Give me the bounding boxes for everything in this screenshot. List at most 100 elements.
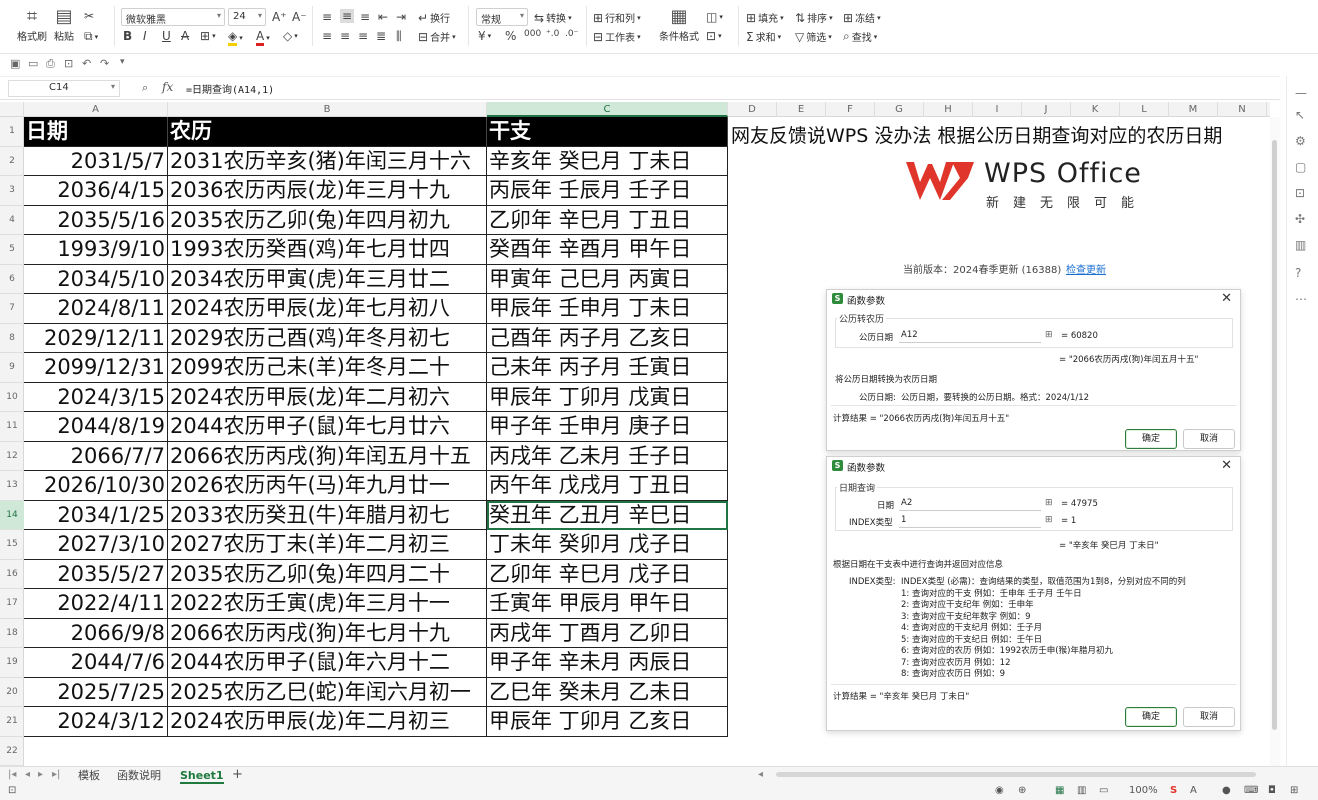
- select-all-corner[interactable]: [0, 102, 24, 117]
- date-cell[interactable]: 2024/3/12: [24, 707, 168, 737]
- input-method-icon[interactable]: A: [1190, 785, 1197, 796]
- date-cell[interactable]: 2035/5/27: [24, 559, 168, 589]
- strikethrough-button[interactable]: A: [181, 29, 189, 43]
- ganzhi-cell[interactable]: 丙辰年 壬辰月 壬子日: [487, 176, 728, 206]
- ganzhi-cell[interactable]: 丙戌年 丁酉月 乙卯日: [487, 618, 728, 648]
- fill-button[interactable]: ⊞ 填充 ▾: [746, 10, 784, 26]
- row-header[interactable]: 9: [0, 353, 24, 383]
- lunar-cell[interactable]: 2066农历丙戌(狗)年闰五月十五: [168, 441, 487, 471]
- row-header[interactable]: 7: [0, 294, 24, 324]
- cut-button[interactable]: ✂: [84, 9, 94, 23]
- ganzhi-cell[interactable]: 甲子年 壬申月 庚子日: [487, 412, 728, 442]
- align-left-button[interactable]: ≡: [322, 29, 332, 43]
- indent-decrease-button[interactable]: ⇤: [378, 10, 388, 24]
- font-name-select[interactable]: 微软雅黑 ▾: [121, 8, 225, 26]
- column-header[interactable]: D: [728, 102, 777, 117]
- wps-s-icon[interactable]: S: [1170, 785, 1177, 796]
- date-cell[interactable]: 2031/5/7: [24, 146, 168, 176]
- currency-button[interactable]: ¥ ▾: [478, 29, 491, 43]
- number-format-select[interactable]: 常规 ▾: [476, 8, 528, 26]
- row-header[interactable]: 8: [0, 324, 24, 353]
- index-param-input[interactable]: 1: [899, 514, 1041, 528]
- table-style-button[interactable]: ⊡ ▾: [706, 29, 722, 43]
- date-cell[interactable]: 2024/3/15: [24, 382, 168, 412]
- formula-input[interactable]: =日期查询(A14,1): [186, 81, 274, 96]
- align-right-button[interactable]: ≡: [358, 29, 368, 43]
- ok-button[interactable]: 确定: [1125, 707, 1177, 727]
- sum-button[interactable]: Σ 求和 ▾: [746, 29, 781, 45]
- column-header[interactable]: B: [168, 102, 487, 117]
- column-header[interactable]: I: [973, 102, 1022, 117]
- column-header[interactable]: M: [1169, 102, 1218, 117]
- column-header[interactable]: E: [777, 102, 826, 117]
- date-cell[interactable]: 2044/8/19: [24, 412, 168, 442]
- row-header[interactable]: 22: [0, 737, 24, 766]
- ganzhi-cell[interactable]: 丙午年 戊戌月 丁丑日: [487, 471, 728, 501]
- wrap-text-button[interactable]: ↵ 换行: [418, 10, 450, 26]
- row-header[interactable]: 20: [0, 678, 24, 707]
- sort-button[interactable]: ⇅ 排序 ▾: [795, 10, 833, 26]
- column-header[interactable]: J: [1022, 102, 1071, 117]
- date-cell[interactable]: 2034/5/10: [24, 264, 168, 294]
- ganzhi-cell[interactable]: 甲寅年 己巳月 丙寅日: [487, 264, 728, 294]
- column-header[interactable]: A: [24, 102, 168, 117]
- date-cell[interactable]: 2099/12/31: [24, 353, 168, 383]
- row-header[interactable]: 16: [0, 560, 24, 589]
- check-update-link[interactable]: 检查更新: [1066, 261, 1106, 276]
- ganzhi-cell[interactable]: 丙戌年 乙未月 壬子日: [487, 441, 728, 471]
- row-header[interactable]: 1: [0, 117, 24, 147]
- param-input[interactable]: A12: [899, 329, 1041, 343]
- font-color-button[interactable]: A ▾: [256, 29, 270, 46]
- lunar-cell[interactable]: 1993农历癸酉(鸡)年七月廿四: [168, 235, 487, 265]
- row-header[interactable]: 18: [0, 619, 24, 648]
- date-cell[interactable]: 1993/9/10: [24, 235, 168, 265]
- lunar-cell[interactable]: 2031农历辛亥(猪)年闰三月十六: [168, 146, 487, 176]
- lunar-cell[interactable]: 2066农历丙戌(狗)年七月十九: [168, 618, 487, 648]
- zoom-icon[interactable]: ⌕: [142, 81, 148, 95]
- horizontal-scroll-thumb[interactable]: [776, 772, 1256, 777]
- scroll-left-icon[interactable]: ◂: [758, 769, 763, 780]
- zoom-level[interactable]: 100%: [1129, 785, 1158, 796]
- redo-icon[interactable]: ↷: [100, 57, 109, 70]
- column-header[interactable]: G: [875, 102, 924, 117]
- align-bottom-button[interactable]: ≡: [360, 10, 370, 24]
- print-icon[interactable]: ⎙: [46, 57, 55, 71]
- normal-view-icon[interactable]: ▦: [1055, 785, 1064, 796]
- page-break-icon[interactable]: ▭: [1099, 785, 1108, 796]
- thousands-button[interactable]: 000: [524, 29, 541, 39]
- ganzhi-cell[interactable]: 癸丑年 乙丑月 辛巳日: [487, 500, 728, 530]
- ganzhi-cell[interactable]: 甲子年 辛未月 丙辰日: [487, 648, 728, 678]
- column-header[interactable]: C: [487, 102, 728, 117]
- lunar-cell[interactable]: 2024农历甲辰(龙)年二月初三: [168, 707, 487, 737]
- first-sheet-icon[interactable]: |◂: [8, 769, 16, 780]
- ganzhi-cell[interactable]: 甲辰年 丁卯月 乙亥日: [487, 707, 728, 737]
- name-box[interactable]: C14 ▾: [8, 80, 120, 97]
- font-size-select[interactable]: 24 ▾: [228, 8, 266, 26]
- ganzhi-cell[interactable]: 辛亥年 癸巳月 丁未日: [487, 146, 728, 176]
- increase-decimal-button[interactable]: ⁺.0: [546, 29, 559, 39]
- column-header[interactable]: K: [1071, 102, 1120, 117]
- ganzhi-cell[interactable]: 乙巳年 癸未月 乙未日: [487, 677, 728, 707]
- ganzhi-cell[interactable]: 癸酉年 辛酉月 甲午日: [487, 235, 728, 265]
- row-header[interactable]: 21: [0, 707, 24, 737]
- column-header[interactable]: F: [826, 102, 875, 117]
- lunar-cell[interactable]: 2035农历乙卯(兔)年四月二十: [168, 559, 487, 589]
- book-icon[interactable]: ▥: [1295, 238, 1306, 252]
- decrease-font-button[interactable]: A⁻: [292, 10, 307, 24]
- row-header[interactable]: 2: [0, 147, 24, 176]
- range-picker-icon[interactable]: ⊞: [1045, 515, 1053, 525]
- lunar-cell[interactable]: 2044农历甲子(鼠)年六月十二: [168, 648, 487, 678]
- conditional-format-button[interactable]: ▦ 条件格式: [656, 6, 702, 43]
- column-title[interactable]: 农历: [168, 117, 487, 147]
- close-icon[interactable]: ✕: [1221, 458, 1232, 473]
- row-header[interactable]: 13: [0, 471, 24, 501]
- last-sheet-icon[interactable]: ▸|: [52, 769, 60, 780]
- copy-button[interactable]: ⧉ ▾: [84, 29, 98, 44]
- row-header[interactable]: 3: [0, 176, 24, 206]
- date-param-input[interactable]: A2: [899, 497, 1041, 511]
- sheet-tab[interactable]: 函数说明: [117, 768, 161, 784]
- filter-button[interactable]: ▽ 筛选 ▾: [795, 29, 832, 45]
- lunar-cell[interactable]: 2026农历丙午(马)年九月廿一: [168, 471, 487, 501]
- lunar-cell[interactable]: 2099农历己未(羊)年冬月二十: [168, 353, 487, 383]
- lunar-cell[interactable]: 2024农历甲辰(龙)年七月初八: [168, 294, 487, 324]
